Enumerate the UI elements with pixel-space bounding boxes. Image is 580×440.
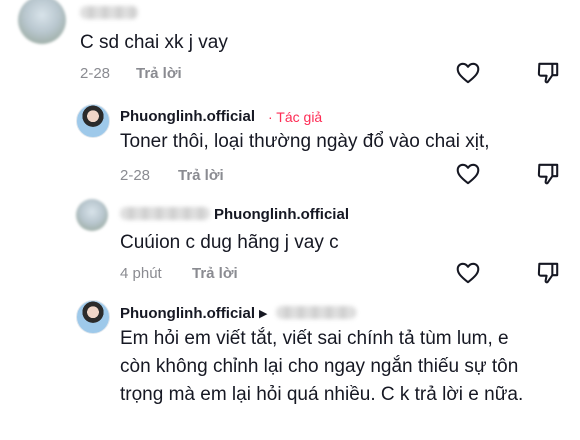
comment-4: Phuonglinh.official ▶ Em hỏi em viết tắt…: [0, 295, 580, 440]
reply-button[interactable]: Trả lời: [136, 65, 182, 82]
comment-date: 2-28: [80, 65, 111, 82]
comment-text: Em hỏi em viết tắt, viết sai chính tả tù…: [120, 328, 524, 405]
heart-outline-icon[interactable]: [455, 60, 481, 86]
comment-text: Toner thôi, loại thường ngày đổ vào chai…: [120, 131, 490, 152]
username[interactable]: Phuonglinh.official: [120, 108, 255, 125]
comment-text: Cuúion c dug hãng j vay c: [120, 232, 339, 253]
comment-date: 2-28: [120, 167, 151, 184]
heart-outline-icon[interactable]: [455, 161, 481, 187]
username-blurred: [80, 6, 138, 19]
username[interactable]: Phuonglinh.official: [120, 305, 255, 322]
avatar[interactable]: [76, 104, 110, 138]
reply-to-username-blurred: [276, 306, 356, 319]
thumbs-down-icon[interactable]: [535, 260, 561, 286]
avatar[interactable]: [76, 300, 110, 334]
avatar[interactable]: [18, 0, 66, 44]
comment-1: C sd chai xk j vay 2-28 Trả lời: [0, 0, 580, 100]
thumbs-down-icon[interactable]: [535, 60, 561, 86]
username-blurred: [120, 207, 210, 220]
comment-text: C sd chai xk j vay: [80, 32, 228, 53]
reply-button[interactable]: Trả lời: [178, 167, 224, 184]
author-badge: · Tác giả: [268, 109, 323, 125]
comment-2: Phuonglinh.official · Tác giả Toner thôi…: [0, 100, 580, 195]
avatar[interactable]: [76, 199, 108, 231]
heart-outline-icon[interactable]: [455, 260, 481, 286]
triangle-right-icon: ▶: [259, 308, 268, 320]
comment-3: Phuonglinh.official Cuúion c dug hãng j …: [0, 195, 580, 295]
reply-button[interactable]: Trả lời: [192, 265, 238, 282]
thumbs-down-icon[interactable]: [535, 161, 561, 187]
comment-date: 4 phút: [120, 265, 162, 282]
reply-to-username[interactable]: Phuonglinh.official: [214, 206, 349, 223]
